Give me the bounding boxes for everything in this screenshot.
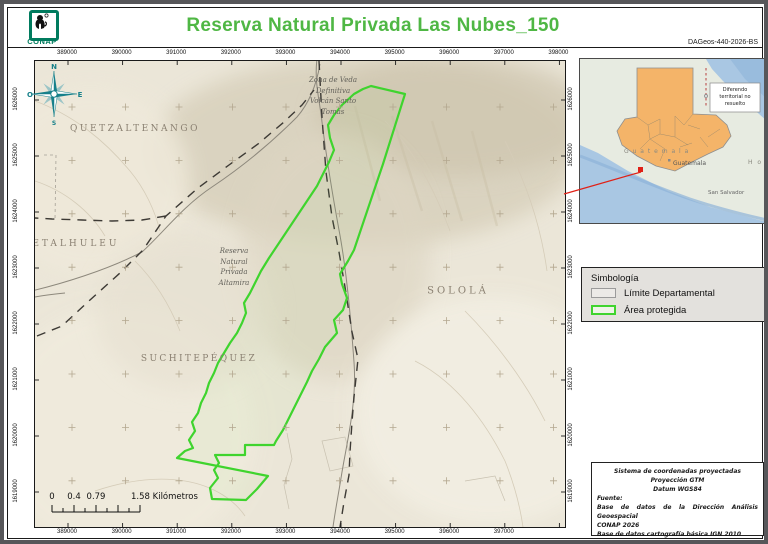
- source-line-2: CONAP 2026: [597, 521, 758, 530]
- axis-label-top-391000: 391000: [166, 50, 186, 56]
- san-salvador-label: San Salvador: [708, 190, 745, 196]
- protected-area-swatch: [591, 305, 616, 315]
- location-marker-icon: [638, 167, 643, 172]
- axis-label-bottom-395000: 395000: [385, 529, 405, 535]
- axis-label-bottom-389000: 389000: [57, 529, 77, 535]
- map-sheet: CONAP Reserva Natural Privada Las Nubes_…: [0, 0, 768, 544]
- axis-label-top-389000: 389000: [57, 50, 77, 56]
- axis-label-right-1626000: 1626000: [568, 87, 574, 110]
- axis-label-right-1619000: 1619000: [568, 479, 574, 502]
- inset-canvas: Diferendo territorial no resuelto G u a …: [580, 59, 767, 223]
- country-label: G u a t e m a l a: [624, 148, 689, 155]
- legend-label-area: Área protegida: [624, 305, 686, 316]
- department-label-quetzaltenango: QUETZALTENANGO: [70, 124, 200, 134]
- axis-label-top-396000: 396000: [439, 50, 459, 56]
- coord-system-line: Sistema de coordenadas proyectadas: [597, 467, 758, 476]
- axis-label-right-1624000: 1624000: [568, 199, 574, 222]
- axis-label-bottom-393000: 393000: [275, 529, 295, 535]
- axis-label-bottom-396000: 396000: [439, 529, 459, 535]
- source-title: Fuente:: [597, 494, 758, 503]
- axis-label-top-395000: 395000: [385, 50, 405, 56]
- note-line-1: Diferendo: [723, 87, 748, 93]
- note-line-3: resuelto: [725, 101, 745, 107]
- axis-label-left-1625000: 1625000: [13, 143, 19, 166]
- capital-marker-icon: [668, 159, 671, 162]
- datum-line: Datum WGS84: [597, 485, 758, 494]
- axis-label-left-1619000: 1619000: [13, 479, 19, 502]
- note-line-2: territorial no: [719, 94, 750, 100]
- axis-label-top-392000: 392000: [221, 50, 241, 56]
- compass-west-label: O: [27, 91, 33, 99]
- axis-label-left-1624000: 1624000: [13, 199, 19, 222]
- axis-label-left-1623000: 1623000: [13, 255, 19, 278]
- axis-label-right-1623000: 1623000: [568, 255, 574, 278]
- axis-label-bottom-392000: 392000: [221, 529, 241, 535]
- annotation-zona-de-veda: Zona de Veda Definitiva Volcán Santo Tom…: [309, 75, 357, 117]
- projection-line: Proyección GTM: [597, 476, 758, 485]
- axis-label-top-390000: 390000: [112, 50, 132, 56]
- axis-label-top-394000: 394000: [330, 50, 350, 56]
- axis-label-left-1622000: 1622000: [13, 311, 19, 334]
- annotation-reserva-altamira: Reserva Natural Privada Altamira: [219, 246, 250, 288]
- boundary-marker-icon: [704, 94, 707, 97]
- axis-label-bottom-394000: 394000: [330, 529, 350, 535]
- honduras-label: H o: [748, 159, 763, 166]
- document-code: DAGeos-440-2026-BS: [688, 39, 758, 46]
- axis-label-right-1620000: 1620000: [568, 423, 574, 446]
- capital-label: Guatemala: [673, 160, 706, 167]
- header-band: CONAP Reserva Natural Privada Las Nubes_…: [8, 8, 762, 48]
- axis-label-bottom-391000: 391000: [166, 529, 186, 535]
- axis-label-top-398000: 398000: [548, 50, 568, 56]
- department-label-retalhuleu: RETALHULEU: [34, 239, 119, 249]
- legend-title: Simbología: [591, 273, 639, 284]
- departmental-limit-swatch: [591, 288, 616, 298]
- legend-box: Simbología Límite Departamental Área pro…: [581, 267, 765, 322]
- axis-label-left-1626000: 1626000: [13, 87, 19, 110]
- map-info-box: Sistema de coordenadas proyectadas Proye…: [591, 462, 764, 536]
- axis-label-right-1625000: 1625000: [568, 143, 574, 166]
- sheet-border: CONAP Reserva Natural Privada Las Nubes_…: [7, 7, 763, 539]
- axis-label-bottom-390000: 390000: [112, 529, 132, 535]
- source-line-1: Base de datos de la Dirección Análisis G…: [597, 503, 758, 521]
- axis-label-right-1621000: 1621000: [568, 367, 574, 390]
- axis-label-left-1621000: 1621000: [13, 367, 19, 390]
- axis-label-left-1620000: 1620000: [13, 423, 19, 446]
- axis-label-top-397000: 397000: [494, 50, 514, 56]
- axis-label-right-1622000: 1622000: [568, 311, 574, 334]
- main-map: QUETZALTENANGO RETALHULEU SOLOLÁ SUCHITE…: [34, 60, 566, 528]
- inset-locator-map: Diferendo territorial no resuelto G u a …: [579, 58, 768, 224]
- axis-label-top-393000: 393000: [275, 50, 295, 56]
- department-label-suchitepequez: SUCHITEPÉQUEZ: [141, 354, 257, 364]
- source-line-3: Base de datos cartografía básica IGN 201…: [597, 530, 758, 539]
- department-label-solola: SOLOLÁ: [427, 286, 489, 297]
- axis-label-bottom-397000: 397000: [494, 529, 514, 535]
- legend-label-limite: Límite Departamental: [624, 288, 715, 299]
- page-title: Reserva Natural Privada Las Nubes_150: [8, 15, 738, 37]
- conap-logo-text: CONAP: [25, 37, 59, 46]
